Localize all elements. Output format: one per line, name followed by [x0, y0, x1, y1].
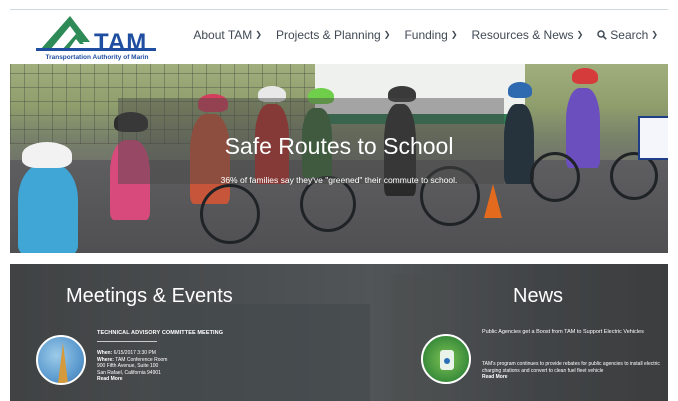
event-read-more-link[interactable]: Read More: [97, 376, 247, 383]
nav-projects-label: Projects & Planning: [276, 28, 381, 42]
nav-funding-label: Funding: [404, 28, 448, 42]
nav-resources-news[interactable]: Resources & News ❯: [472, 28, 584, 42]
event-thumbnail[interactable]: [36, 335, 86, 385]
meetings-news-section: Meetings & Events News TECHNICAL ADVISOR…: [10, 264, 668, 401]
site-header: TAM Transportation Authority of Marin Ab…: [10, 10, 668, 64]
nav-search-label: Search: [610, 28, 649, 42]
hero-subtitle: 36% of families say they've "greened" th…: [220, 175, 458, 185]
nav-resources-label: Resources & News: [471, 28, 574, 42]
news-body-text: TAM's program continues to provide rebat…: [482, 361, 660, 374]
bike-wheel: [200, 184, 260, 244]
nav-about[interactable]: About TAM ❯: [193, 28, 262, 42]
news-summary: TAM's program continues to provide rebat…: [482, 361, 662, 381]
helmet: [508, 82, 532, 98]
tam-logo[interactable]: TAM Transportation Authority of Marin: [32, 14, 162, 64]
event-details: When: 6/15/2017 3:30 PM Where: TAM Confe…: [97, 350, 247, 383]
news-read-more-link[interactable]: Read More: [482, 374, 662, 381]
when-value: 6/15/2017 3:30 PM: [113, 350, 156, 356]
event-title-link[interactable]: TECHNICAL ADVISORY COMMITTEE MEETING: [97, 330, 223, 336]
news-thumbnail[interactable]: [421, 334, 471, 384]
chevron-down-icon: ❯: [450, 29, 458, 39]
logo-subtitle: Transportation Authority of Marin: [45, 54, 149, 61]
event-divider: [97, 341, 157, 342]
main-nav: About TAM ❯ Projects & Planning ❯ Fundin…: [193, 28, 658, 42]
meetings-events-title: Meetings & Events: [66, 285, 233, 307]
tower-icon: [58, 343, 68, 383]
helmet: [572, 68, 598, 84]
nav-projects-planning[interactable]: Projects & Planning ❯: [276, 28, 390, 42]
where-label: Where:: [97, 356, 114, 363]
hero-banner[interactable]: Safe Routes to School 36% of families sa…: [10, 64, 668, 253]
chevron-down-icon: ❯: [651, 29, 658, 39]
nav-search[interactable]: Search ❯: [597, 28, 658, 42]
nav-about-label: About TAM: [193, 28, 253, 42]
news-headline-link[interactable]: Public Agencies get a Boost from TAM to …: [482, 329, 662, 336]
hero-title: Safe Routes to School: [224, 133, 454, 159]
chevron-down-icon: ❯: [255, 29, 262, 39]
chevron-down-icon: ❯: [576, 29, 584, 39]
chevron-down-icon: ❯: [383, 29, 391, 39]
search-icon: [597, 30, 608, 40]
plug-icon: [444, 358, 450, 364]
logo-wordmark: TAM: [94, 29, 148, 56]
when-label: When:: [97, 350, 113, 356]
news-title: News: [513, 285, 564, 307]
where-value: TAM Conference Room: [115, 356, 168, 363]
traffic-cone: [484, 184, 502, 218]
nav-funding[interactable]: Funding ❯: [404, 28, 457, 42]
